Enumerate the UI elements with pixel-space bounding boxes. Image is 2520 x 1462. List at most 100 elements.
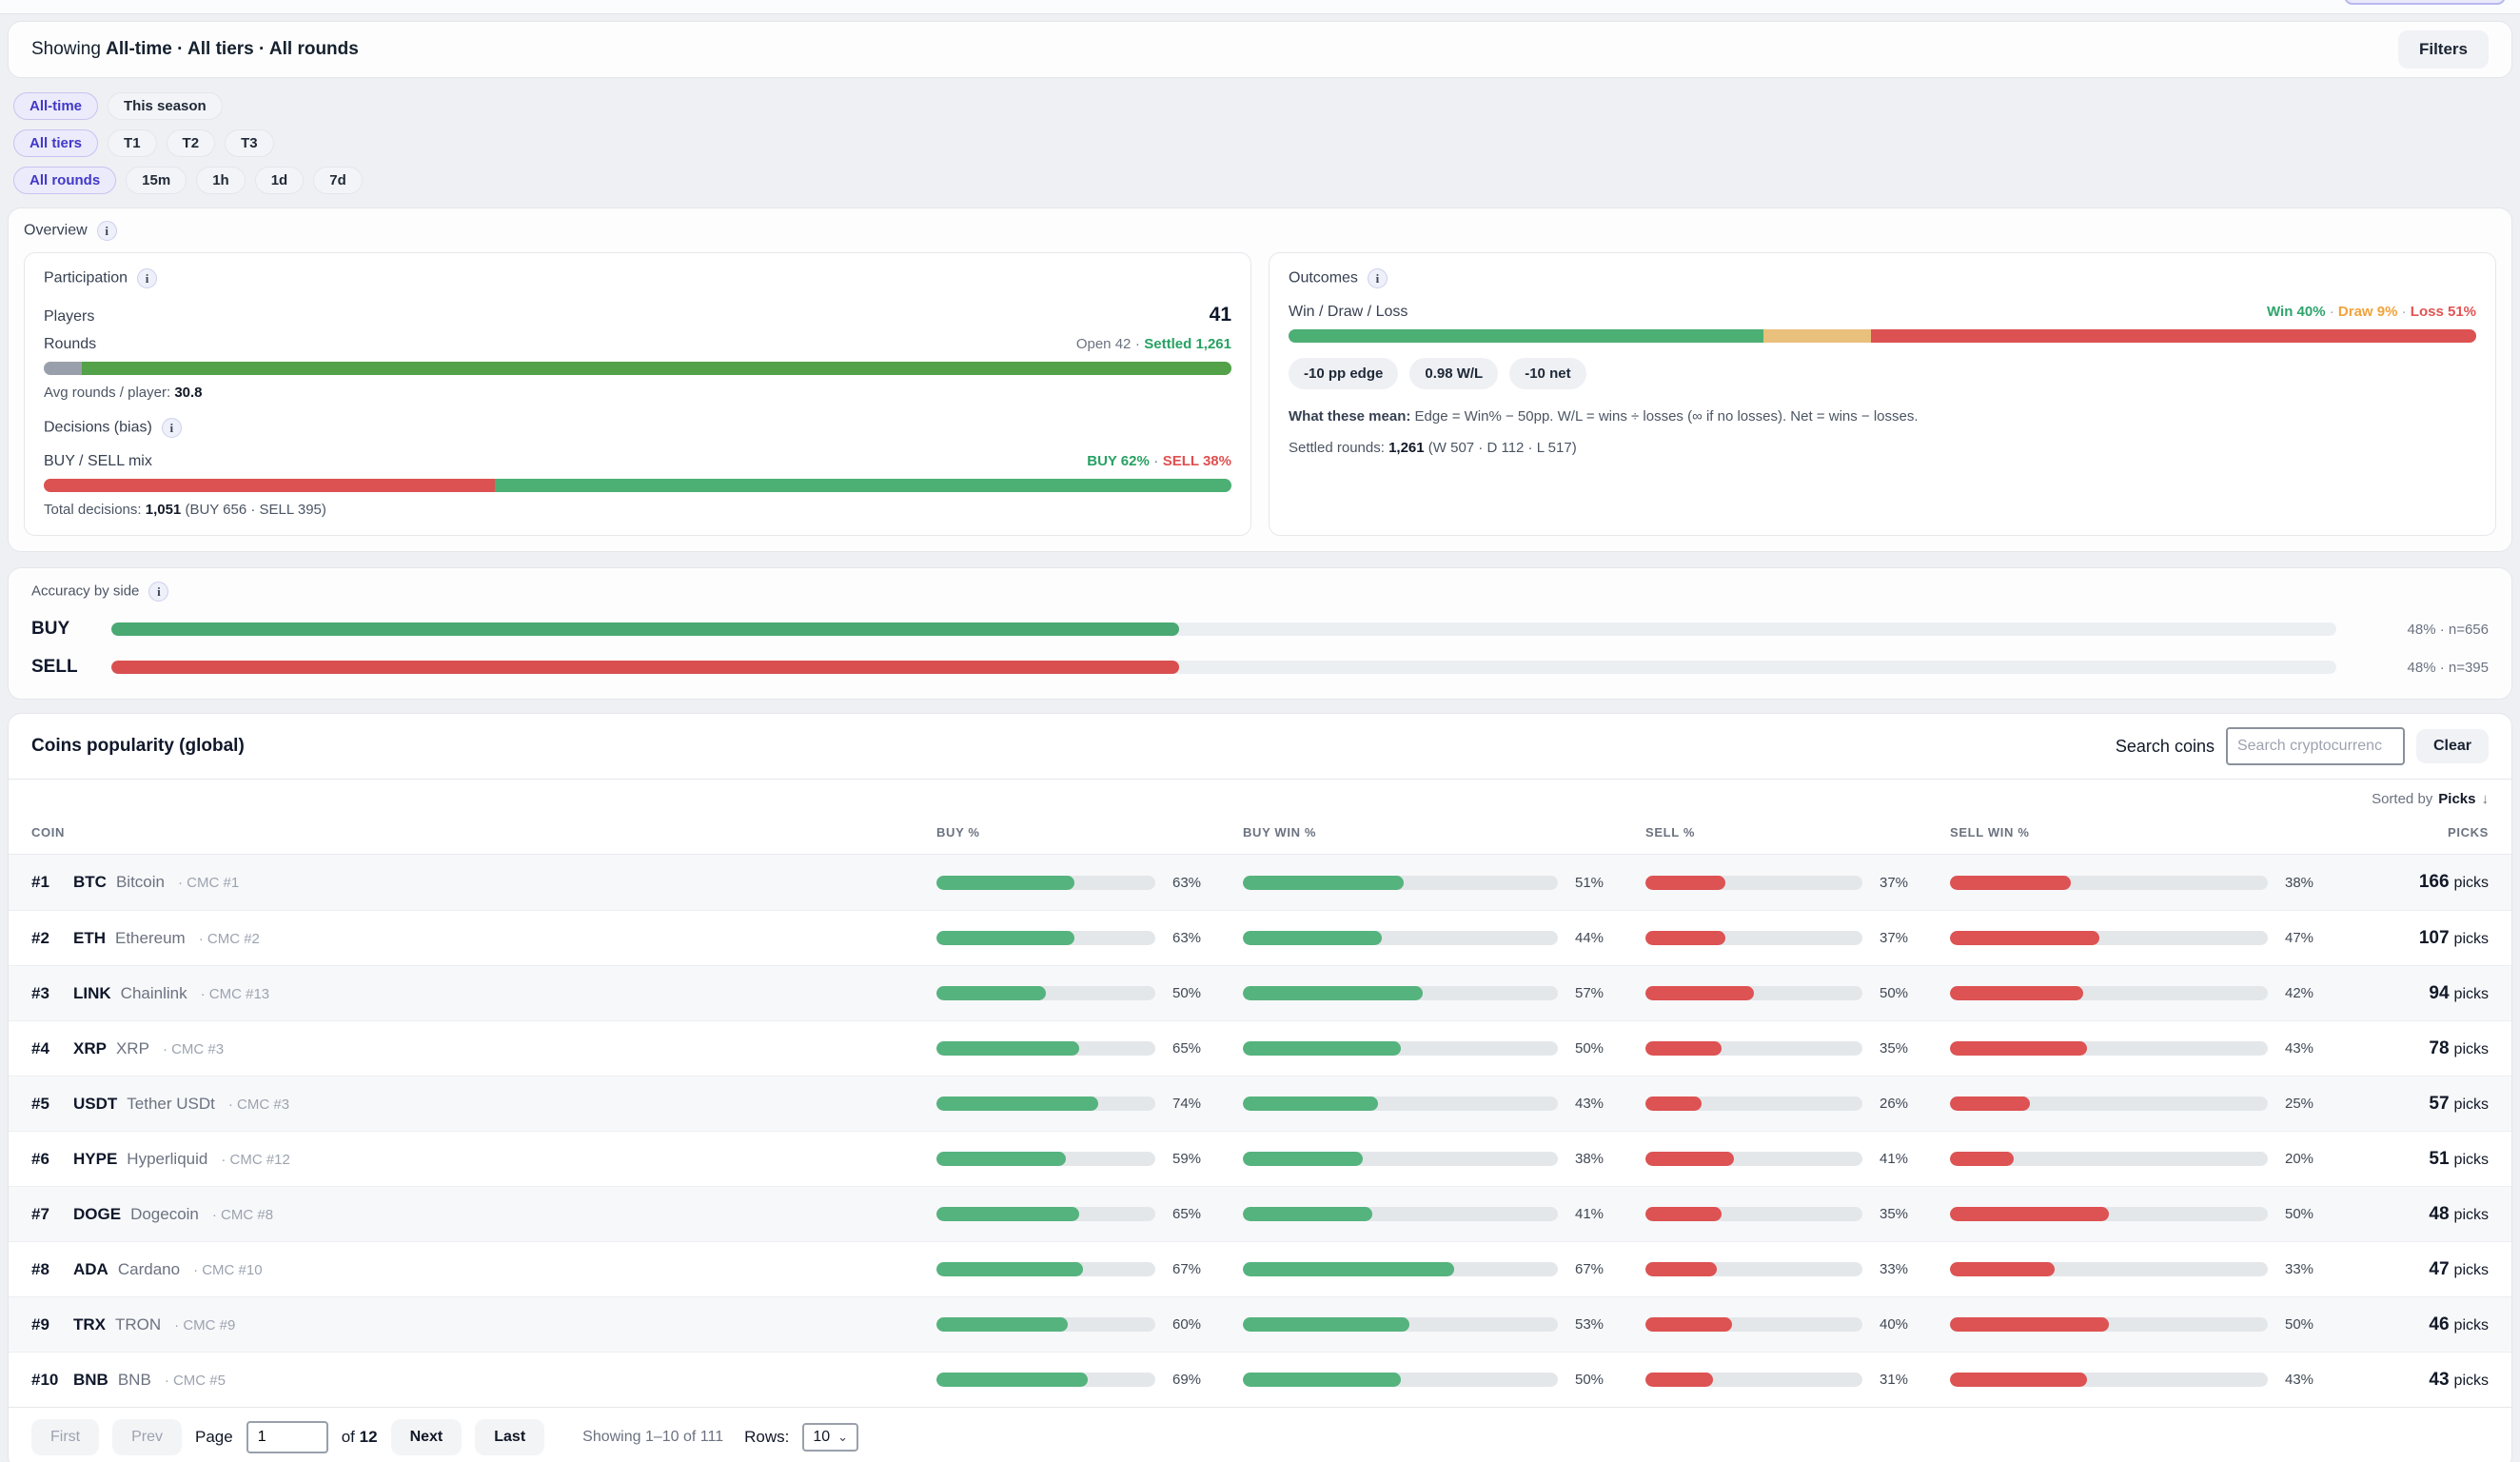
buy-win-pct-fill bbox=[1243, 1096, 1378, 1111]
mix-bar bbox=[44, 479, 1231, 492]
overview-info-icon[interactable]: i bbox=[97, 221, 117, 241]
coin-name: Hyperliquid bbox=[127, 1150, 207, 1169]
dot-sep: · bbox=[2402, 304, 2407, 320]
decisions-title-row: Decisions (bias)i bbox=[44, 418, 1231, 438]
coin-cmc-rank: · CMC #12 bbox=[221, 1152, 290, 1168]
filter-chip-all-rounds[interactable]: All rounds bbox=[13, 167, 116, 194]
filter-chip-this-season[interactable]: This season bbox=[108, 92, 223, 120]
buy-win-pct-bar bbox=[1243, 931, 1558, 945]
filter-chip-row: All rounds 15m 1h 1d 7d bbox=[13, 167, 2507, 194]
table-row[interactable]: #8 ADA Cardano · CMC #10 67% 67% 33% 33%… bbox=[9, 1241, 2511, 1296]
coins-popularity-card: Coins popularity (global) Search coins C… bbox=[8, 713, 2512, 1462]
decisions-info-icon[interactable]: i bbox=[162, 418, 182, 438]
picks-cell: 47picks bbox=[2355, 1259, 2489, 1280]
mix-sell: SELL 38% bbox=[1163, 453, 1231, 469]
sell-win-pct-bar bbox=[1950, 1041, 2268, 1056]
sell-pct-bar bbox=[1645, 931, 1862, 945]
filters-button[interactable]: Filters bbox=[2398, 30, 2489, 69]
picks-suffix: picks bbox=[2454, 1317, 2489, 1334]
table-row[interactable]: #3 LINK Chainlink · CMC #13 50% 57% 50% … bbox=[9, 965, 2511, 1020]
filter-chip-15m[interactable]: 15m bbox=[126, 167, 187, 194]
buy-pct-value: 67% bbox=[1172, 1261, 1226, 1277]
table-row[interactable]: #2 ETH Ethereum · CMC #2 63% 44% 37% 47%… bbox=[9, 910, 2511, 965]
table-row[interactable]: #6 HYPE Hyperliquid · CMC #12 59% 38% 41… bbox=[9, 1131, 2511, 1186]
table-row[interactable]: #9 TRX TRON · CMC #9 60% 53% 40% 50% 46p… bbox=[9, 1296, 2511, 1352]
filter-chip-all-tiers[interactable]: All tiers bbox=[13, 129, 98, 157]
table-row[interactable]: #10 BNB BNB · CMC #5 69% 50% 31% 43% 43p… bbox=[9, 1352, 2511, 1407]
picks-count: 107 bbox=[2419, 928, 2450, 948]
coin-cell: #10 BNB BNB · CMC #5 bbox=[31, 1371, 919, 1390]
clear-search-button[interactable]: Clear bbox=[2416, 729, 2489, 763]
sort-direction-arrow-icon[interactable]: ↓ bbox=[2482, 791, 2490, 807]
sell-win-pct-bar bbox=[1950, 931, 2268, 945]
next-page-button[interactable]: Next bbox=[391, 1419, 463, 1455]
dot-sep: · bbox=[2330, 304, 2334, 320]
buy-pct-value: 63% bbox=[1172, 875, 1226, 891]
filter-chip-7d[interactable]: 7d bbox=[313, 167, 363, 194]
accuracy-row-sell: SELL 48% · n=395 bbox=[31, 657, 2489, 678]
sell-win-pct-value: 50% bbox=[2285, 1206, 2338, 1222]
filter-chip-all-time[interactable]: All-time bbox=[13, 92, 98, 120]
coin-cell: #3 LINK Chainlink · CMC #13 bbox=[31, 984, 919, 1003]
rows-label: Rows: bbox=[744, 1428, 789, 1447]
picks-count: 51 bbox=[2429, 1149, 2449, 1169]
filter-chip-1h[interactable]: 1h bbox=[196, 167, 246, 194]
coin-rank: #2 bbox=[31, 929, 64, 948]
showing-header-card: Showing All-time · All tiers · All round… bbox=[8, 21, 2512, 78]
search-input[interactable] bbox=[2226, 727, 2405, 765]
outcomes-info-icon[interactable]: i bbox=[1368, 268, 1388, 288]
page-number-input[interactable] bbox=[246, 1421, 328, 1453]
overview-title-row: Overviewi bbox=[24, 221, 2496, 241]
participation-info-icon[interactable]: i bbox=[137, 268, 157, 288]
buy-win-pct-fill bbox=[1243, 1041, 1401, 1056]
table-row[interactable]: #1 BTC Bitcoin · CMC #1 63% 51% 37% 38% … bbox=[9, 855, 2511, 910]
coin-cell: #5 USDT Tether USDt · CMC #3 bbox=[31, 1095, 919, 1114]
rows-per-page-select[interactable]: 10 ⌄ bbox=[802, 1423, 858, 1452]
buy-pct-value: 65% bbox=[1172, 1206, 1226, 1222]
sell-accuracy-bar bbox=[111, 661, 2336, 674]
accuracy-info-icon[interactable]: i bbox=[148, 582, 168, 602]
prev-page-button[interactable]: Prev bbox=[112, 1419, 182, 1455]
sell-pct-fill bbox=[1645, 1041, 1722, 1056]
participation-title: Participation bbox=[44, 270, 128, 286]
sell-pct-value: 31% bbox=[1880, 1372, 1933, 1388]
buy-accuracy-bar bbox=[111, 622, 2336, 636]
showing-summary: Showing All-time · All tiers · All round… bbox=[31, 39, 359, 60]
first-page-button[interactable]: First bbox=[31, 1419, 99, 1455]
picks-cell: 46picks bbox=[2355, 1314, 2489, 1335]
overview-card: Overviewi Participationi Players 41 Roun… bbox=[8, 207, 2512, 552]
sell-pct-bar bbox=[1645, 1262, 1862, 1276]
sell-win-pct-bar bbox=[1950, 1152, 2268, 1166]
filter-chip-t1[interactable]: T1 bbox=[108, 129, 157, 157]
picks-count: 57 bbox=[2429, 1094, 2449, 1114]
page-of-total: of 12 bbox=[342, 1428, 378, 1447]
picks-suffix: picks bbox=[2454, 875, 2489, 891]
last-page-button[interactable]: Last bbox=[475, 1419, 544, 1455]
sell-pct-fill bbox=[1645, 986, 1754, 1000]
buy-pct-fill bbox=[936, 1262, 1083, 1276]
buy-win-pct-bar bbox=[1243, 1262, 1558, 1276]
sell-win-pct-bar bbox=[1950, 1207, 2268, 1221]
filter-chip-1d[interactable]: 1d bbox=[255, 167, 305, 194]
buy-win-pct-bar bbox=[1243, 1152, 1558, 1166]
buy-win-pct-fill bbox=[1243, 1262, 1454, 1276]
sell-win-pct-fill bbox=[1950, 931, 2099, 945]
table-row[interactable]: #7 DOGE Dogecoin · CMC #8 65% 41% 35% 50… bbox=[9, 1186, 2511, 1241]
buy-pct-fill bbox=[936, 876, 1074, 890]
filter-chip-t3[interactable]: T3 bbox=[225, 129, 274, 157]
buy-pct-bar bbox=[936, 1152, 1155, 1166]
total-decisions-detail: (BUY 656 · SELL 395) bbox=[185, 502, 325, 518]
coin-cell: #6 HYPE Hyperliquid · CMC #12 bbox=[31, 1150, 919, 1169]
buy-pct-value: 50% bbox=[1172, 985, 1226, 1001]
wdl-bar-win-segment bbox=[1289, 329, 1763, 343]
sort-column-button[interactable]: Picks bbox=[2438, 791, 2475, 807]
filter-chip-t2[interactable]: T2 bbox=[167, 129, 216, 157]
picks-count: 166 bbox=[2419, 872, 2450, 892]
wdl-bar-draw-segment bbox=[1763, 329, 1870, 343]
picks-suffix: picks bbox=[2454, 1262, 2489, 1278]
table-row[interactable]: #4 XRP XRP · CMC #3 65% 50% 35% 43% 78pi… bbox=[9, 1020, 2511, 1076]
buy-pct-value: 59% bbox=[1172, 1151, 1226, 1167]
sell-win-pct-fill bbox=[1950, 986, 2083, 1000]
table-row[interactable]: #5 USDT Tether USDt · CMC #3 74% 43% 26%… bbox=[9, 1076, 2511, 1131]
buy-win-pct-value: 51% bbox=[1575, 875, 1628, 891]
